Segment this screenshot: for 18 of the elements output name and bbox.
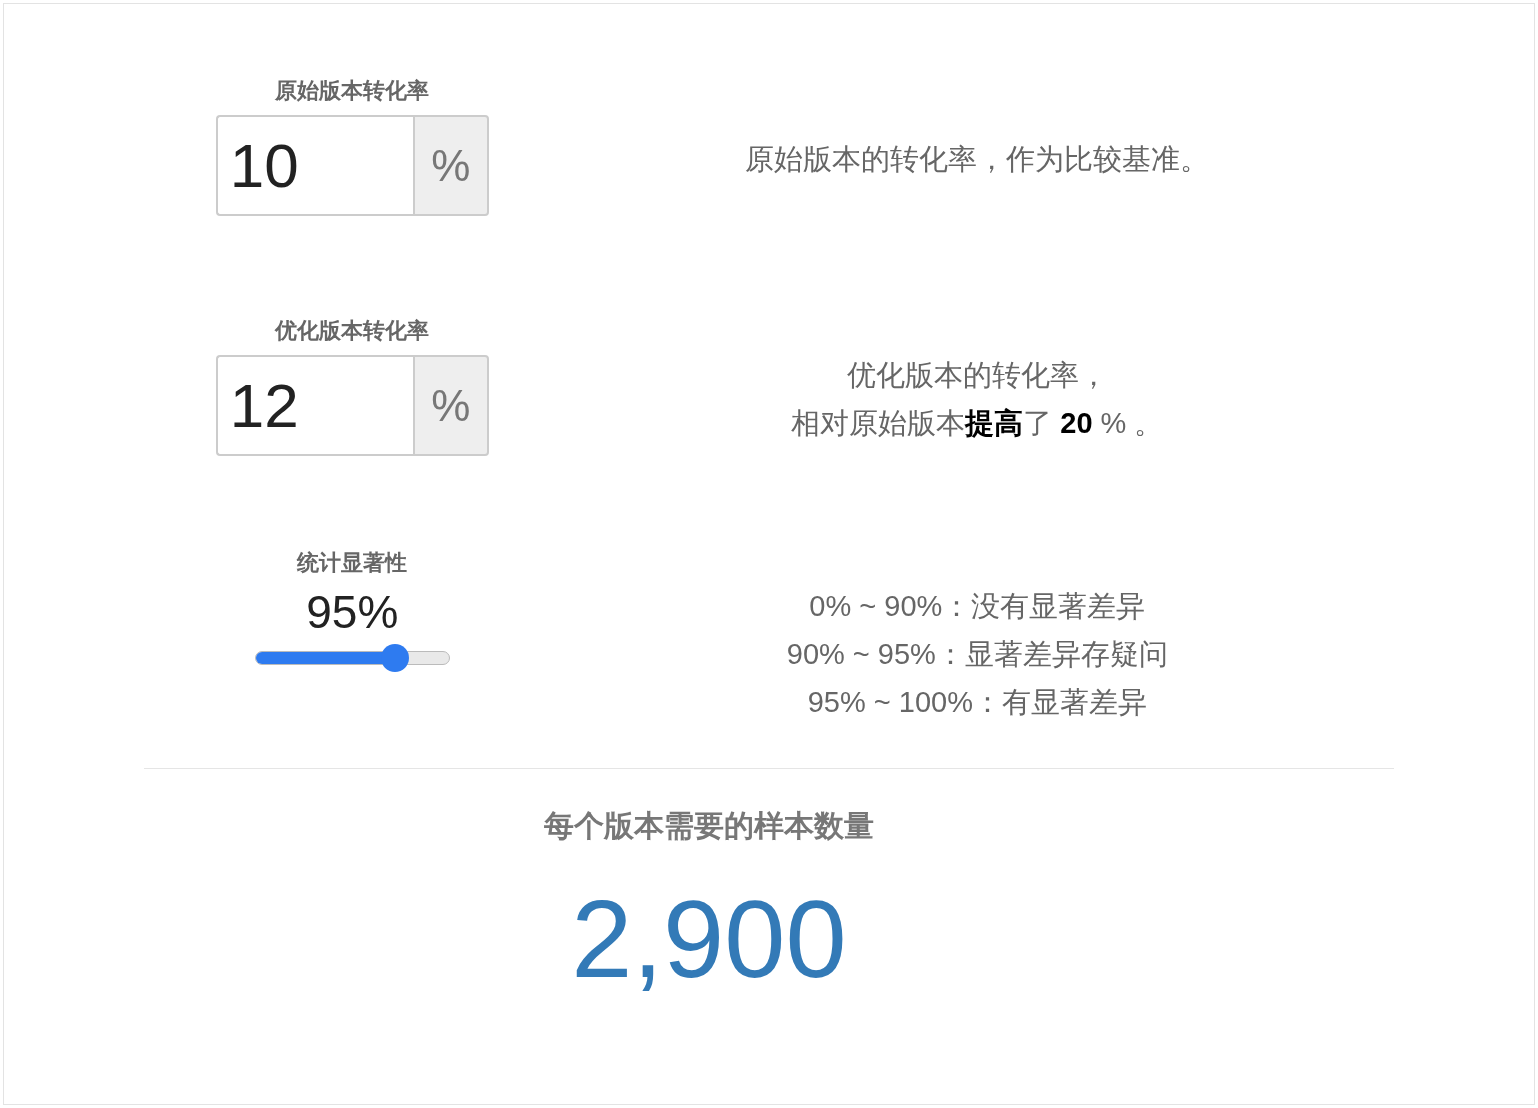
description-text: 相对原始版本提高了 20 % 。: [791, 406, 1164, 441]
field-label: 原始版本转化率: [275, 77, 430, 105]
field-label: 优化版本转化率: [275, 317, 430, 345]
description-text: 95% ~ 100%：有显著差异: [807, 685, 1147, 720]
description-text: 90% ~ 95%：显著差异存疑问: [786, 637, 1168, 672]
description-text: 原始版本的转化率，作为比较基准。: [745, 142, 1210, 177]
number-field[interactable]: 10: [215, 115, 413, 216]
unit-label: %: [412, 115, 489, 216]
number-field[interactable]: 12: [215, 355, 413, 456]
result-label: 每个版本需要的样本数量: [544, 808, 874, 844]
description-text: 0% ~ 90%：没有显著差异: [809, 589, 1146, 624]
unit-label: %: [412, 355, 489, 456]
description-text: 优化版本的转化率，: [846, 358, 1108, 393]
result-value: 2,900: [571, 884, 847, 994]
slider-value: 95%: [306, 587, 399, 638]
slider[interactable]: [254, 643, 450, 672]
slider-thumb[interactable]: [381, 643, 410, 672]
slider-label: 统计显著性: [297, 549, 408, 577]
